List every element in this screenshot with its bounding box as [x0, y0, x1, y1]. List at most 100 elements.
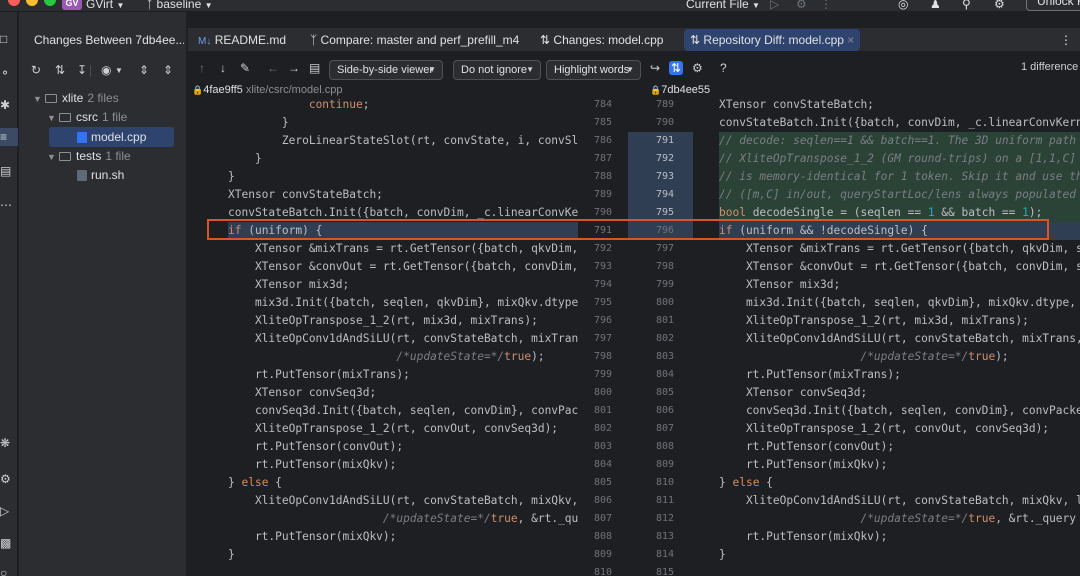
left-line-number: 788 — [593, 171, 612, 182]
run-config-selector[interactable]: Current File ▼ — [686, 0, 760, 11]
code-line: // XliteOpTranspose_1_2 (GM round-trips)… — [719, 150, 1080, 168]
minimize-window-button[interactable] — [26, 0, 38, 6]
plugins-icon[interactable]: ✱ — [0, 96, 18, 114]
project-switcher[interactable]: GVirt ▼ — [86, 0, 124, 11]
arrow-down-icon[interactable]: ↓ — [220, 61, 226, 75]
diff-icon: ⇅ — [540, 33, 551, 47]
code-line: rt.PutTensor(convOut); — [719, 440, 895, 453]
branch-icon: ᛉ — [146, 0, 154, 11]
highlight-dropdown[interactable]: Highlight words ▼ — [546, 60, 641, 80]
collapse-unchanged-icon[interactable]: ↪ — [650, 61, 660, 75]
viewer-dropdown[interactable]: Side-by-side viewer ▼ — [329, 60, 443, 80]
left-line-number: 785 — [593, 117, 612, 128]
run-icon[interactable]: ▷ — [770, 0, 779, 11]
right-line-number: 802 — [655, 333, 674, 344]
tree-item-xlite[interactable]: ▼ xlite 2 files — [19, 88, 187, 108]
panel-title: Changes Between 7db4ee... — [34, 33, 184, 47]
run-tool-icon[interactable]: ▷ — [0, 502, 18, 520]
code-line: XliteOpConv1dAndSiLU(rt, convStateBatch,… — [719, 494, 1080, 507]
code-line: XTensor &mixTrans = rt.GetTensor({batch,… — [719, 242, 1080, 255]
edit-icon[interactable]: ✎ — [240, 61, 250, 75]
arrow-up-icon[interactable]: ↑ — [199, 61, 205, 75]
code-line: rt.PutTensor(mixQkv); — [228, 458, 397, 471]
services-icon[interactable]: ⚙ — [0, 470, 18, 488]
code-line: rt.PutTensor(convOut); — [228, 440, 404, 453]
chevron-down-icon: ▼ — [428, 65, 436, 74]
tab-changes[interactable]: ⇅ Changes: model.cpp — [540, 28, 663, 52]
code-line: XTensor convStateBatch; — [719, 98, 874, 111]
right-line-number: 813 — [655, 531, 674, 542]
right-code-pane[interactable]: XTensor convStateBatch; convStateBatch.In… — [693, 96, 1080, 576]
view-options-chevron-icon[interactable]: ▼ — [115, 66, 123, 75]
tree-item-csrc[interactable]: ▼ csrc 1 file — [19, 107, 187, 127]
code-line: } — [228, 116, 289, 129]
code-line: convSeq3d.Init({batch, seqlen, convDim},… — [719, 404, 1080, 417]
tab-repository-diff[interactable]: ⇅ Repository Diff: model.cpp × — [684, 29, 861, 51]
help-icon[interactable]: ? — [720, 61, 727, 75]
tab-compare[interactable]: ᛉ Compare: master and perf_prefill_m4 — [310, 28, 519, 52]
compare-icon[interactable]: ⇅ — [55, 63, 65, 77]
expand-all-icon[interactable]: ⇕ — [139, 63, 149, 77]
shell-file-icon — [77, 170, 87, 182]
right-line-number: 815 — [655, 567, 674, 576]
close-window-button[interactable] — [8, 0, 20, 6]
problems-icon[interactable]: ○ — [0, 564, 18, 576]
settings-gear-icon[interactable]: ⚙ — [994, 0, 1005, 11]
right-line-number: 814 — [655, 549, 674, 560]
lock-icon: 🔒 — [192, 85, 204, 95]
python-console-icon[interactable]: ❋ — [0, 434, 18, 452]
settings-gear-icon[interactable]: ⚙ — [692, 61, 703, 75]
code-line: XTensor convStateBatch; — [228, 188, 383, 201]
left-code-pane[interactable]: continue; } ZeroLinearStateSlot(rt, conv… — [188, 96, 578, 576]
branch-switcher[interactable]: ᛉ baseline ▼ — [146, 0, 213, 11]
right-line-number: 791 — [655, 135, 674, 146]
right-line-number: 800 — [655, 297, 674, 308]
left-line-number: 786 — [593, 135, 612, 146]
changes-panel: Changes Between 7db4ee... ↻ ⇅ ↧ | ◉ ▼ ⇕ … — [19, 12, 187, 576]
structure-icon[interactable]: ▤ — [0, 162, 18, 180]
code-line: XliteOpConv1dAndSiLU(rt, convStateBatch,… — [719, 332, 1080, 345]
tree-item-run-sh[interactable]: run.sh — [19, 165, 187, 185]
sync-scroll-icon[interactable]: ⇅ — [669, 61, 684, 75]
code-line: XTensor &convOut = rt.GetTensor({batch, … — [228, 260, 578, 273]
commit-icon[interactable]: ⚬ — [0, 64, 18, 82]
close-tab-icon[interactable]: × — [847, 33, 854, 47]
refresh-icon[interactable]: ↻ — [31, 63, 41, 77]
left-line-number: 784 — [593, 99, 612, 110]
tab-more-icon[interactable]: ⋮ — [1060, 28, 1072, 52]
code-line: } — [228, 152, 262, 165]
code-line: XliteOpTranspose_1_2(rt, convOut, convSe… — [719, 422, 1050, 435]
tree-item-tests[interactable]: ▼ tests 1 file — [19, 146, 187, 166]
left-line-number: 787 — [593, 153, 612, 164]
cpp-file-icon — [77, 132, 87, 144]
code-line: convSeq3d.Init({batch, seqlen, convDim},… — [228, 404, 578, 417]
arrow-right-icon[interactable]: → — [288, 61, 300, 75]
more-tools-icon[interactable]: ⋯ — [0, 196, 18, 214]
arrow-left-icon[interactable]: ← — [267, 61, 279, 75]
ignore-dropdown[interactable]: Do not ignore ▼ — [453, 60, 541, 80]
tree-item-model-cpp[interactable]: model.cpp — [49, 127, 174, 147]
debug-icon[interactable]: ⚙ — [796, 0, 807, 11]
more-actions-icon[interactable]: ⋮ — [820, 0, 832, 11]
search-icon[interactable]: ⚲ — [962, 0, 971, 11]
code-line: XTensor convSeq3d; — [719, 386, 868, 399]
tab-readme[interactable]: M↓ README.md — [198, 28, 286, 52]
add-user-icon[interactable]: ♟ — [930, 0, 941, 11]
zoom-window-button[interactable] — [44, 0, 56, 6]
code-line: XTensor convSeq3d; — [228, 386, 377, 399]
left-line-number: 802 — [593, 423, 612, 434]
terminal-icon[interactable]: ▩ — [0, 534, 18, 552]
left-line-number: 808 — [593, 531, 612, 542]
left-line-number: 792 — [593, 243, 612, 254]
left-line-number: 800 — [593, 387, 612, 398]
copilot-icon[interactable]: ◎ — [898, 0, 908, 11]
view-options-icon[interactable]: ◉ — [101, 63, 111, 77]
collapse-all-icon[interactable]: ⇕ — [163, 63, 173, 77]
changes-tool-icon[interactable]: ≡ — [0, 128, 18, 146]
code-line: /*updateState=*/true, &rt._que — [382, 512, 578, 525]
download-icon[interactable]: ↧ — [77, 63, 87, 77]
document-icon[interactable]: ▤ — [309, 61, 320, 75]
left-line-number: 805 — [593, 477, 612, 488]
unlock-button[interactable]: Unlock F — [1026, 0, 1080, 11]
project-folder-icon[interactable]: □ — [0, 30, 18, 48]
